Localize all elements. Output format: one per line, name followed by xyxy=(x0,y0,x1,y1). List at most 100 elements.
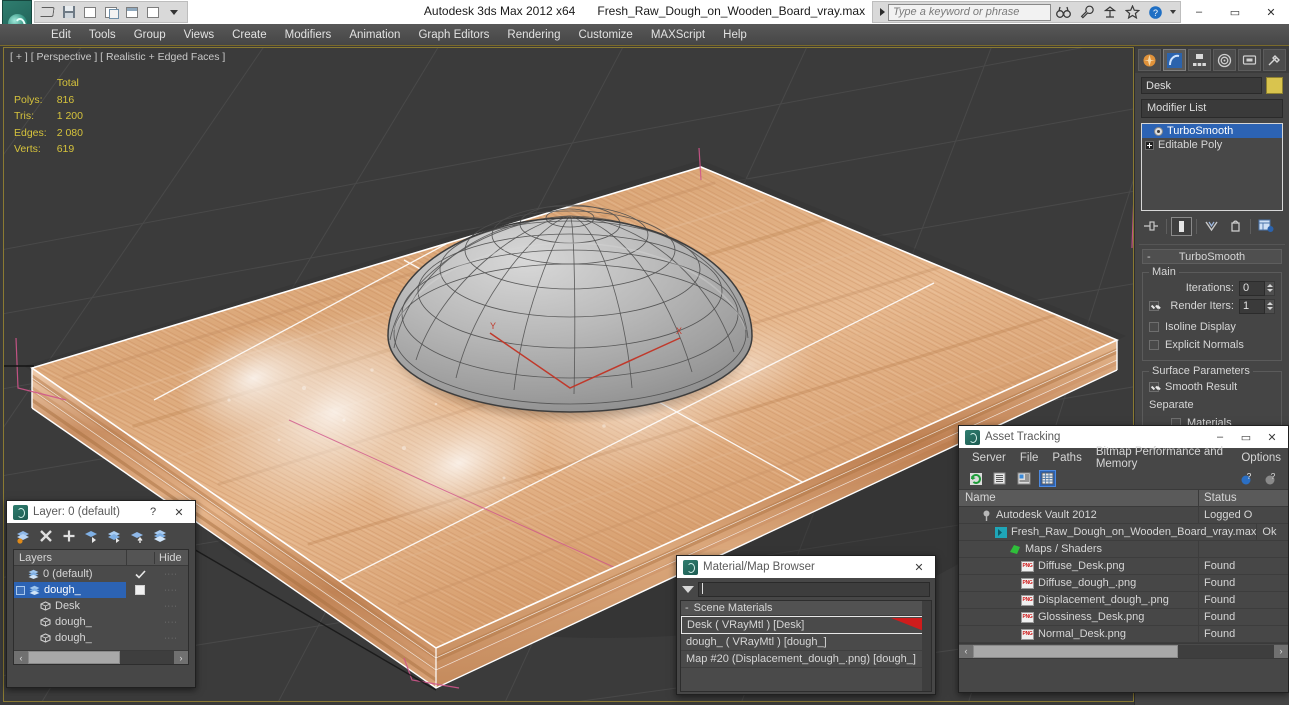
help-dropdown-icon[interactable] xyxy=(1168,3,1177,22)
scroll-left-button[interactable]: ‹ xyxy=(14,651,28,664)
rollout-header[interactable]: - TurboSmooth xyxy=(1142,249,1282,264)
layer-row-desk[interactable]: Desk ···· xyxy=(14,598,188,614)
layer-row-default[interactable]: 0 (default) ···· xyxy=(14,566,188,582)
hide-toggle[interactable]: ···· xyxy=(154,614,188,630)
iterations-spinner[interactable]: 0 xyxy=(1239,280,1275,296)
modifier-list-dropdown[interactable]: Modifier List xyxy=(1141,99,1283,118)
asset-row-diffuse-dough[interactable]: Diffuse_dough_.png Found xyxy=(959,574,1288,592)
asset-menu-options[interactable]: Options xyxy=(1234,450,1288,466)
undo-button[interactable] xyxy=(80,3,99,21)
render-iters-value[interactable]: 1 xyxy=(1239,298,1265,314)
qat-overflow-button[interactable] xyxy=(164,3,183,21)
menu-rendering[interactable]: Rendering xyxy=(498,27,569,43)
matbrowser-search-input[interactable] xyxy=(698,581,930,597)
modifier-stack[interactable]: TurboSmooth Editable Poly xyxy=(1141,123,1283,211)
viewport-label[interactable]: [ + ] [ Perspective ] [ Realistic + Edge… xyxy=(10,51,225,63)
layer-close-button[interactable]: ✕ xyxy=(166,502,192,522)
refresh-assets-button[interactable] xyxy=(967,470,984,487)
asset-row-maps-shaders[interactable]: Maps / Shaders xyxy=(959,540,1288,558)
redo-button[interactable] xyxy=(101,3,120,21)
render-iters-checkbox[interactable] xyxy=(1149,301,1159,311)
search-input[interactable]: Type a keyword or phrase xyxy=(888,3,1051,21)
options-menu-icon[interactable] xyxy=(682,585,694,593)
tab-create[interactable] xyxy=(1138,49,1161,71)
find-binoculars-icon[interactable] xyxy=(1053,3,1074,22)
open-file-button[interactable] xyxy=(38,3,57,21)
make-unique-button[interactable] xyxy=(1201,217,1222,236)
create-new-layer-button[interactable] xyxy=(14,527,32,545)
hide-toggle[interactable]: ···· xyxy=(154,566,188,582)
smooth-result-checkbox[interactable] xyxy=(1149,382,1159,392)
hide-cell[interactable] xyxy=(126,630,154,646)
show-end-result-button[interactable] xyxy=(1171,216,1192,236)
tab-motion[interactable] xyxy=(1213,49,1236,71)
menu-graph-editors[interactable]: Graph Editors xyxy=(409,27,498,43)
tab-display[interactable] xyxy=(1238,49,1261,71)
object-name-input[interactable]: Desk xyxy=(1141,77,1262,94)
tab-utilities[interactable] xyxy=(1263,49,1286,71)
pin-stack-button[interactable] xyxy=(1141,217,1162,236)
hide-toggle[interactable]: ···· xyxy=(154,630,188,646)
menu-edit[interactable]: Edit xyxy=(42,27,80,43)
isoline-display-checkbox[interactable] xyxy=(1149,322,1159,332)
asset-menu-bitmap[interactable]: Bitmap Performance and Memory xyxy=(1089,444,1235,472)
asset-tracking-dialog[interactable]: Asset Tracking – ▭ ✕ Server File Paths B… xyxy=(958,425,1289,693)
column-status[interactable]: Status xyxy=(1198,490,1288,506)
asset-row-vault[interactable]: Autodesk Vault 2012 Logged O xyxy=(959,506,1288,524)
scroll-left-button[interactable]: ‹ xyxy=(959,644,973,658)
menu-views[interactable]: Views xyxy=(175,27,223,43)
menu-create[interactable]: Create xyxy=(223,27,276,43)
hide-toggle[interactable]: ···· xyxy=(154,582,188,598)
delete-layer-button[interactable] xyxy=(37,527,55,545)
group-collapse-icon[interactable]: - xyxy=(685,602,689,614)
asset-row-maxfile[interactable]: Fresh_Raw_Dough_on_Wooden_Board_vray.max… xyxy=(959,523,1288,541)
asset-close-button[interactable]: ✕ xyxy=(1259,427,1285,447)
asset-menu-server[interactable]: Server xyxy=(965,450,1013,466)
hide-cell[interactable] xyxy=(126,598,154,614)
asset-maximize-button[interactable]: ▭ xyxy=(1233,427,1259,447)
search-expand-button[interactable] xyxy=(876,3,888,21)
rollout-collapse-icon[interactable]: - xyxy=(1147,251,1151,263)
tab-modify[interactable] xyxy=(1163,49,1186,71)
menu-group[interactable]: Group xyxy=(125,27,175,43)
stack-item-turbosmooth[interactable]: TurboSmooth xyxy=(1142,124,1282,138)
configure-sets-button[interactable] xyxy=(1255,217,1276,236)
hide-checkbox[interactable] xyxy=(126,582,154,598)
help-question-icon[interactable]: ? xyxy=(1145,3,1166,22)
matbrowser-vertical-scrollbar[interactable] xyxy=(922,601,931,691)
menu-animation[interactable]: Animation xyxy=(340,27,409,43)
favorite-star-icon[interactable] xyxy=(1122,3,1143,22)
asset-row-normal-desk[interactable]: Normal_Desk.png Found xyxy=(959,625,1288,643)
material-row-dough[interactable]: dough_ ( VRayMtl ) [dough_] xyxy=(681,634,931,651)
close-button[interactable]: ✕ xyxy=(1253,0,1289,24)
scroll-track[interactable] xyxy=(28,651,174,664)
layer-row-dough-obj2[interactable]: dough_ ···· xyxy=(14,630,188,646)
menu-help[interactable]: Help xyxy=(714,27,756,43)
plus-box-icon[interactable] xyxy=(1145,140,1154,150)
maximize-button[interactable]: ▭ xyxy=(1217,0,1253,24)
new-scene-button[interactable] xyxy=(122,3,141,21)
layer-row-dough-obj1[interactable]: dough_ ···· xyxy=(14,614,188,630)
object-color-swatch[interactable] xyxy=(1266,77,1283,94)
asset-row-diffuse-desk[interactable]: Diffuse_Desk.png Found xyxy=(959,557,1288,575)
material-row-desk[interactable]: Desk ( VRayMtl ) [Desk] xyxy=(681,616,931,634)
material-row-map20[interactable]: Map #20 (Displacement_dough_.png) [dough… xyxy=(681,651,931,668)
asset-table-body[interactable]: Autodesk Vault 2012 Logged O Fresh_Raw_D… xyxy=(959,506,1288,643)
remove-modifier-button[interactable] xyxy=(1225,217,1246,236)
asset-row-glossiness-desk[interactable]: Glossiness_Desk.png Found xyxy=(959,608,1288,626)
list-view-button[interactable] xyxy=(991,470,1008,487)
satellite-icon[interactable] xyxy=(1099,3,1120,22)
help-gray-icon[interactable]: ? xyxy=(1263,470,1280,487)
scroll-track[interactable] xyxy=(973,644,1274,658)
asset-row-displacement-dough[interactable]: Displacement_dough_.png Found xyxy=(959,591,1288,609)
hide-toggle[interactable]: ···· xyxy=(154,598,188,614)
current-layer-check[interactable] xyxy=(126,566,154,582)
scroll-right-button[interactable]: › xyxy=(174,651,188,664)
layer-properties-button[interactable] xyxy=(152,527,170,545)
reset-button[interactable] xyxy=(143,3,162,21)
wrench-icon[interactable] xyxy=(1076,3,1097,22)
thumbnail-view-button[interactable] xyxy=(1015,470,1032,487)
menu-customize[interactable]: Customize xyxy=(569,27,641,43)
hide-cell[interactable] xyxy=(126,614,154,630)
set-current-layer-button[interactable] xyxy=(129,527,147,545)
